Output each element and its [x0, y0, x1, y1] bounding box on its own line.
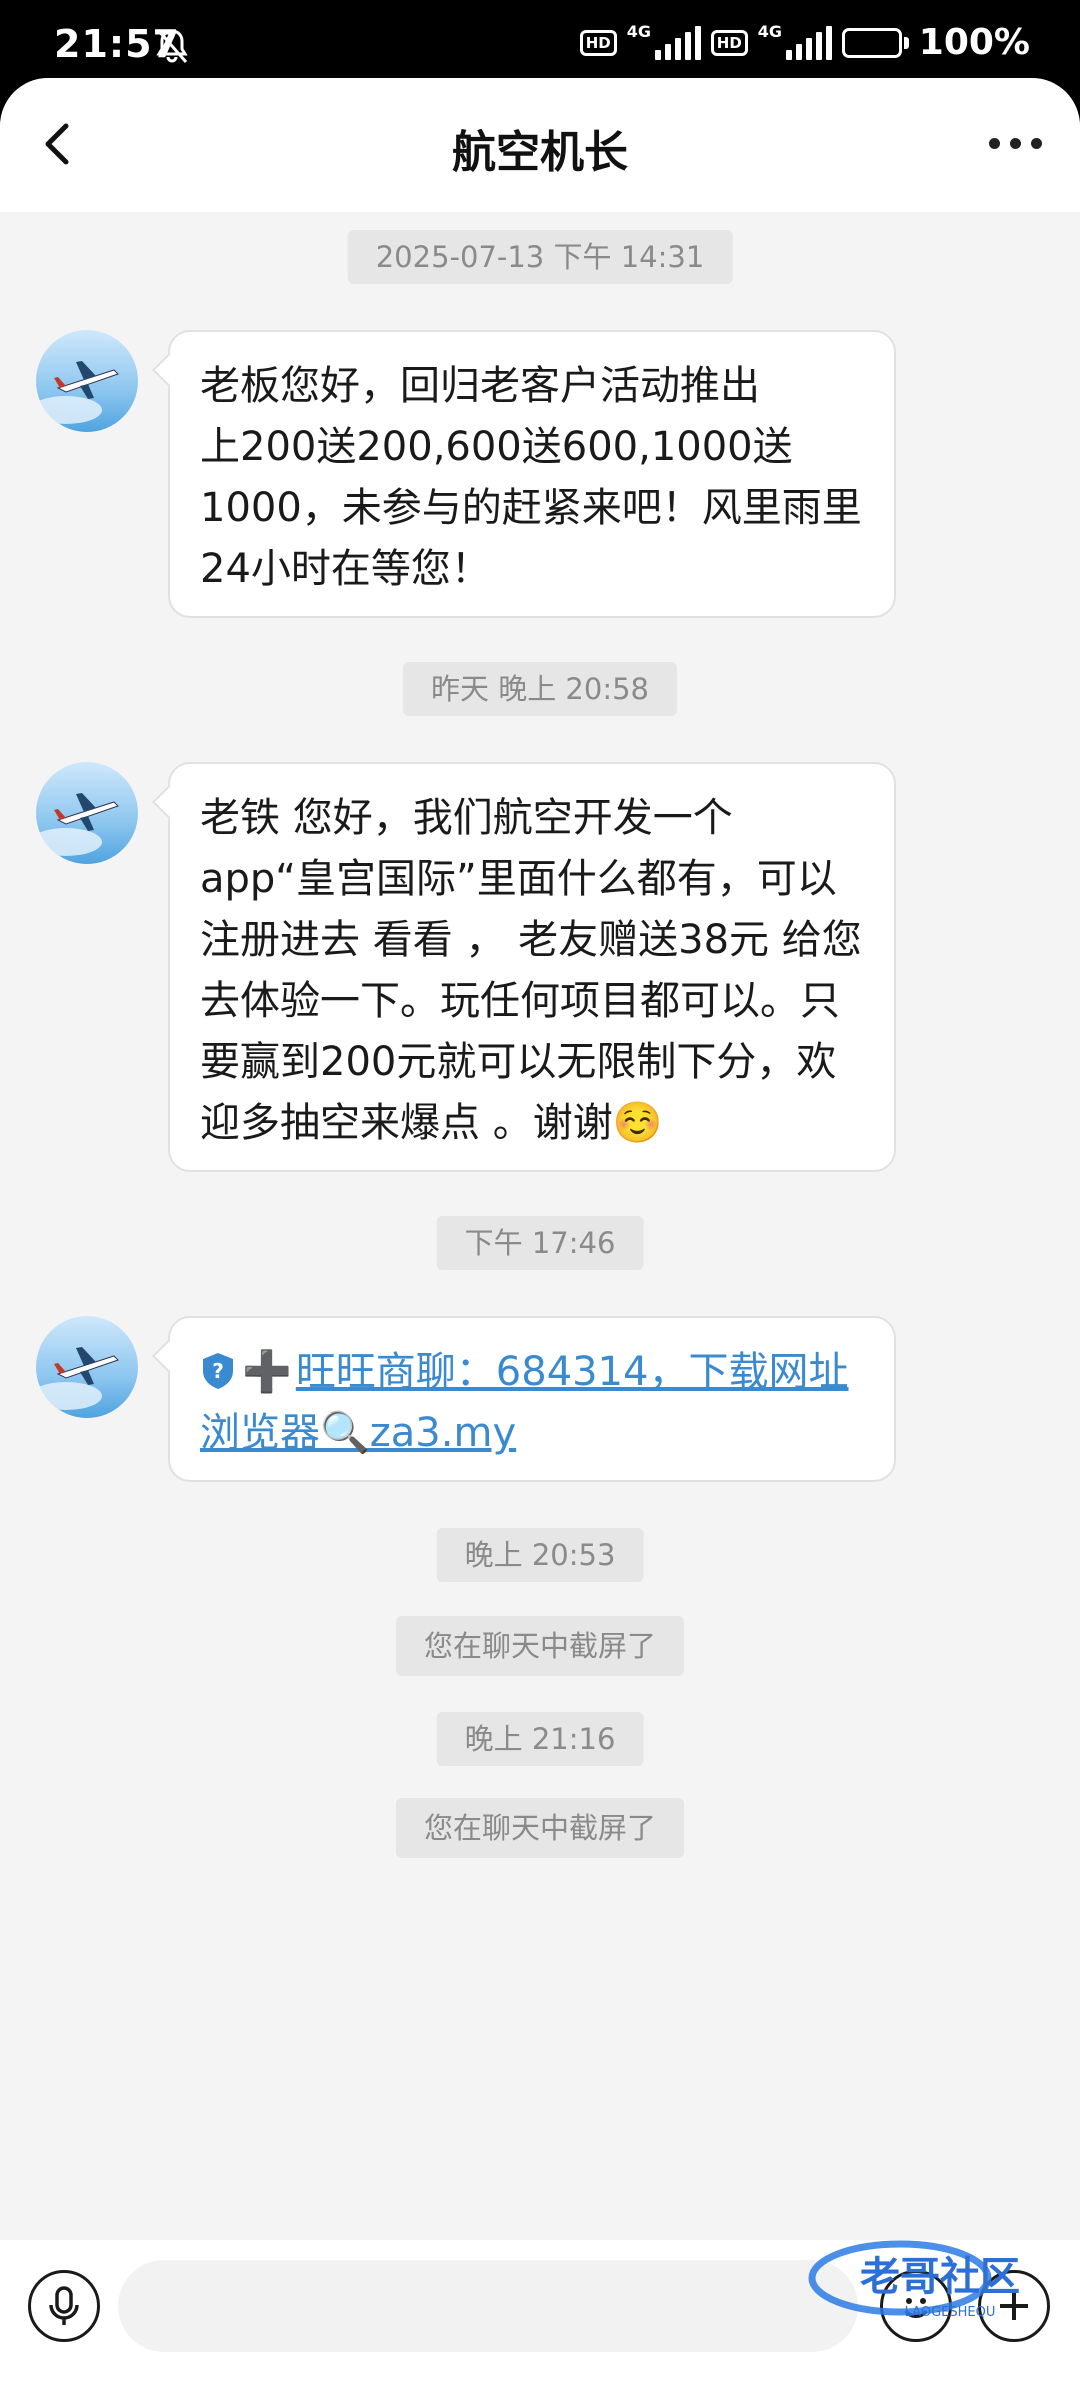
avatar[interactable]	[36, 762, 138, 864]
message-link-text: ? ➕ 旺旺商聊：684314，下载网址浏览器🔍za3.my	[200, 1342, 866, 1464]
watermark-subtext: LAOGESHEQU	[905, 2305, 996, 2320]
timestamp: 2025-07-13 下午 14:31	[347, 230, 733, 284]
watermark-text: 老哥社区	[860, 2254, 1020, 2300]
message-link[interactable]: 旺旺商聊：684314，下载网址	[296, 1349, 849, 1395]
message-text: 老板您好，回归老客户活动推出 上200送200,600送600,1000送 10…	[200, 363, 862, 592]
timestamp: 下午 17:46	[436, 1216, 644, 1270]
watermark-logo: 老哥社区 LAOGESHEQU	[808, 2240, 1020, 2320]
signal-icon: 4G	[758, 22, 832, 60]
plus-emoji: ➕	[242, 1349, 292, 1395]
hd-badge: HD	[710, 29, 748, 56]
bell-muted-icon	[156, 29, 188, 63]
hd-badge: HD	[579, 29, 617, 56]
airplane-avatar-icon	[36, 1316, 138, 1418]
shield-icon: ?	[203, 1353, 233, 1389]
svg-text:?: ?	[212, 1359, 224, 1383]
chat-title: 航空机长	[452, 127, 628, 178]
screenshot-notice: 您在聊天中截屏了	[395, 1616, 685, 1676]
timestamp: 晚上 20:53	[436, 1528, 644, 1582]
airplane-avatar-icon	[36, 762, 138, 864]
microphone-icon[interactable]	[28, 2270, 100, 2342]
message-bubble[interactable]: 老铁 您好，我们航空开发一个 app“皇宫国际”里面什么都有，可以 注册进去 看…	[168, 762, 896, 1172]
battery-percent: 100%	[918, 22, 1030, 63]
message-bubble[interactable]: 老板您好，回归老客户活动推出 上200送200,600送600,1000送 10…	[168, 330, 896, 618]
message-link[interactable]: 浏览器🔍za3.my	[200, 1410, 516, 1456]
more-horizontal-icon[interactable]	[989, 138, 1042, 149]
status-icons: HD 4G HD 4G 100%	[579, 22, 1030, 63]
message-text: 老铁 您好，我们航空开发一个 app“皇宫国际”里面什么都有，可以 注册进去 看…	[200, 795, 862, 1146]
timestamp: 晚上 21:16	[436, 1712, 644, 1766]
signal-icon: 4G	[627, 22, 701, 60]
message-bubble[interactable]: ? ➕ 旺旺商聊：684314，下载网址浏览器🔍za3.my	[168, 1316, 896, 1482]
chat-header: 航空机长	[0, 78, 1080, 212]
timestamp: 昨天 晚上 20:58	[402, 662, 678, 716]
chat-screen: 航空机长 2025-07-13 下午 14:31 老板您好，回归老客户活动推出 …	[0, 78, 1080, 2400]
avatar[interactable]	[36, 330, 138, 432]
battery-icon	[841, 27, 909, 58]
avatar[interactable]	[36, 1316, 138, 1418]
airplane-avatar-icon	[36, 330, 138, 432]
message-input[interactable]	[118, 2260, 858, 2352]
screenshot-notice: 您在聊天中截屏了	[395, 1798, 685, 1858]
